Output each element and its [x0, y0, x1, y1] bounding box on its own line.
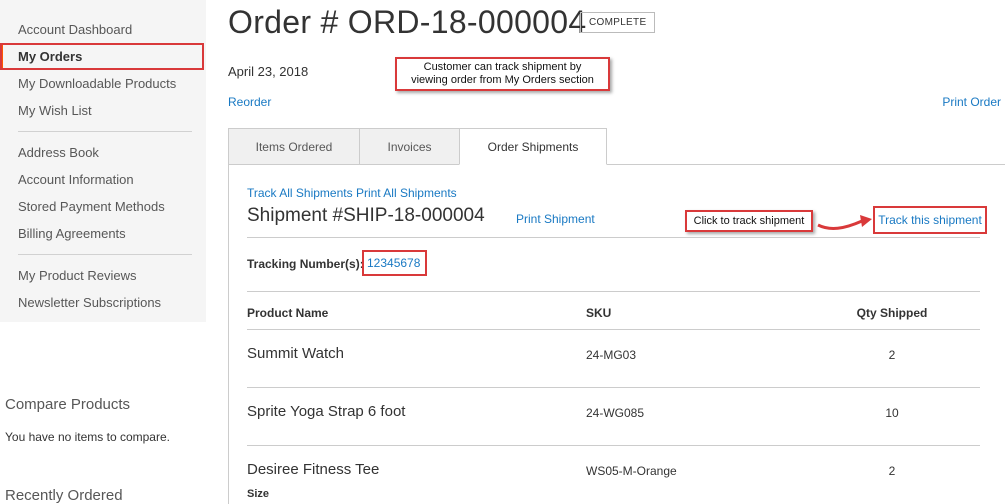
print-shipment-link[interactable]: Print Shipment — [516, 212, 595, 226]
order-date: April 23, 2018 — [228, 64, 309, 79]
table-row-qty: 2 — [888, 348, 896, 362]
callout-line-2: viewing order from My Orders section — [411, 74, 594, 86]
sidebar-item-downloadable-products[interactable]: My Downloadable Products — [0, 70, 206, 97]
annotation-callout-top: Customer can track shipment by viewing o… — [395, 57, 610, 91]
table-row-product-name: Desiree Fitness Tee — [247, 461, 380, 478]
sidebar-divider — [18, 254, 192, 255]
option-label-size: Size — [247, 488, 270, 500]
divider — [247, 329, 980, 330]
tab-invoices[interactable]: Invoices — [359, 128, 460, 165]
column-header-product-name: Product Name — [247, 306, 329, 320]
tracking-number-label: Tracking Number(s): — [247, 257, 364, 271]
reorder-link[interactable]: Reorder — [228, 95, 271, 109]
column-header-sku: SKU — [586, 306, 612, 320]
sidebar-item-newsletter-subscriptions[interactable]: Newsletter Subscriptions — [0, 289, 206, 316]
sidebar-item-stored-payment-methods[interactable]: Stored Payment Methods — [0, 193, 206, 220]
print-all-shipments-link[interactable]: Print All Shipments — [356, 186, 457, 200]
annotation-arrow-icon — [817, 215, 872, 230]
table-row-qty: 10 — [885, 406, 899, 420]
shipment-title: Shipment #SHIP-18-000004 — [247, 205, 485, 226]
sidebar-item-account-dashboard[interactable]: Account Dashboard — [0, 16, 206, 43]
tab-items-ordered[interactable]: Items Ordered — [228, 128, 360, 165]
sidebar-divider — [18, 131, 192, 132]
row-divider — [247, 387, 980, 388]
recently-ordered-title: Recently Ordered — [5, 487, 123, 504]
sidebar-item-my-orders[interactable]: My Orders — [0, 43, 204, 70]
page-title: Order # ORD-18-000004 — [228, 4, 587, 40]
account-sidebar: Account Dashboard My Orders My Downloada… — [0, 0, 206, 322]
status-badge: COMPLETE — [580, 12, 656, 33]
order-tabs: Items Ordered Invoices Order Shipments — [228, 128, 607, 165]
track-all-shipments-link[interactable]: Track All Shipments — [247, 186, 353, 200]
sidebar-item-wish-list[interactable]: My Wish List — [0, 97, 206, 124]
row-divider — [247, 445, 980, 446]
table-row-sku: 24-WG085 — [586, 406, 645, 420]
print-order-link[interactable]: Print Order — [942, 95, 1001, 109]
table-row-qty: 2 — [888, 464, 896, 478]
sidebar-item-product-reviews[interactable]: My Product Reviews — [0, 262, 206, 289]
compare-products-empty-text: You have no items to compare. — [5, 430, 170, 444]
table-row-product-name: Summit Watch — [247, 345, 344, 362]
table-row-sku: 24-MG03 — [586, 348, 637, 362]
tracking-number-link[interactable]: 12345678 — [367, 256, 420, 270]
divider — [247, 237, 980, 238]
tab-order-shipments[interactable]: Order Shipments — [459, 128, 607, 165]
sidebar-item-billing-agreements[interactable]: Billing Agreements — [0, 220, 206, 247]
table-row-product-name: Sprite Yoga Strap 6 foot — [247, 403, 406, 420]
divider — [247, 291, 980, 292]
column-header-qty-shipped: Qty Shipped — [856, 306, 928, 320]
callout-line-1: Customer can track shipment by — [423, 61, 582, 73]
table-row-sku: WS05-M-Orange — [586, 464, 677, 478]
shipment-action-links: Track All Shipments Print All Shipments — [247, 186, 457, 200]
annotation-callout-track: Click to track shipment — [685, 210, 813, 232]
sidebar-item-account-information[interactable]: Account Information — [0, 166, 206, 193]
track-this-shipment-link[interactable]: Track this shipment — [873, 206, 987, 234]
sidebar-item-address-book[interactable]: Address Book — [0, 139, 206, 166]
compare-products-title: Compare Products — [5, 396, 131, 413]
